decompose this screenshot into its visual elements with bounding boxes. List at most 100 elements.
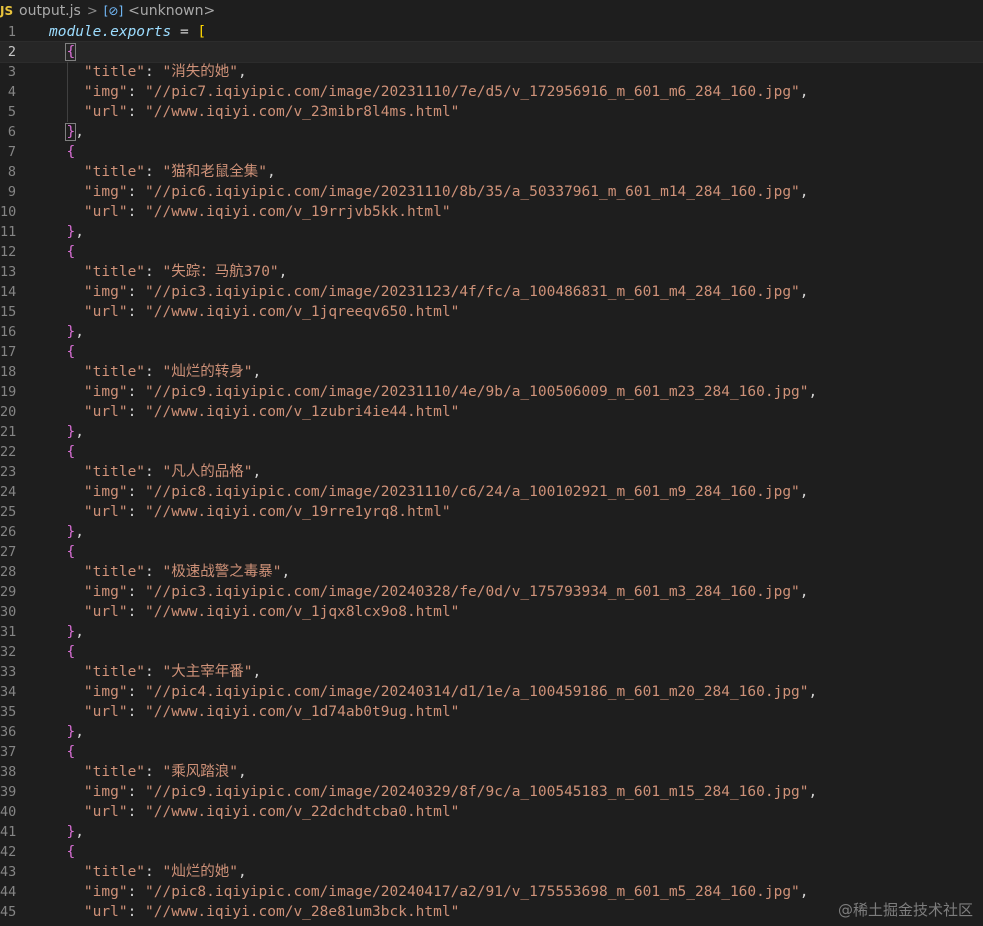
code-line[interactable]: 44 "img": "//pic8.iqiyipic.com/image/202…: [0, 882, 983, 902]
colon: :: [127, 604, 146, 620]
code-line[interactable]: 12 {: [0, 242, 983, 262]
code-line[interactable]: 25 "url": "//www.iqiyi.com/v_19rre1yrq8.…: [0, 502, 983, 522]
title-value: "消失的她": [162, 64, 238, 80]
img-value: "//pic7.iqiyipic.com/image/20231110/7e/d…: [145, 84, 800, 100]
code-line[interactable]: 34 "img": "//pic4.iqiyipic.com/image/202…: [0, 682, 983, 702]
object-close-brace: }: [66, 824, 76, 840]
line-number: 19: [0, 384, 17, 400]
code-line[interactable]: 37 {: [0, 742, 983, 762]
object-open-brace: {: [66, 144, 76, 160]
code-line[interactable]: 1 module.exports = [: [0, 22, 983, 42]
code-line[interactable]: 11 },: [0, 222, 983, 242]
code-line[interactable]: 10 "url": "//www.iqiyi.com/v_19rrjvb5kk.…: [0, 202, 983, 222]
code-line[interactable]: 26 },: [0, 522, 983, 542]
code-text: {: [49, 242, 75, 262]
assign-operator: =: [171, 24, 198, 40]
code-line[interactable]: 35 "url": "//www.iqiyi.com/v_1d74ab0t9ug…: [0, 702, 983, 722]
code-line[interactable]: 28 "title": "极速战警之毒暴",: [0, 562, 983, 582]
code-line[interactable]: 43 "title": "灿烂的她",: [0, 862, 983, 882]
code-line[interactable]: 21 },: [0, 422, 983, 442]
code-line[interactable]: 30 "url": "//www.iqiyi.com/v_1jqx8lcx9o8…: [0, 602, 983, 622]
code-line[interactable]: 14 "img": "//pic3.iqiyipic.com/image/202…: [0, 282, 983, 302]
comma: ,: [75, 724, 84, 740]
url-key: "url": [83, 904, 128, 920]
code-line[interactable]: 23 "title": "凡人的品格",: [0, 462, 983, 482]
code-line[interactable]: 29 "img": "//pic3.iqiyipic.com/image/202…: [0, 582, 983, 602]
code-line[interactable]: 9 "img": "//pic6.iqiyipic.com/image/2023…: [0, 182, 983, 202]
code-line[interactable]: 5 "url": "//www.iqiyi.com/v_23mibr8l4ms.…: [0, 102, 983, 122]
code-line[interactable]: 8 "title": "猫和老鼠全集",: [0, 162, 983, 182]
code-text: {: [49, 342, 75, 362]
object-close-brace: }: [66, 524, 76, 540]
code-line[interactable]: 20 "url": "//www.iqiyi.com/v_1zubri4ie44…: [0, 402, 983, 422]
code-text: {: [49, 742, 75, 762]
object-open-brace: {: [66, 544, 76, 560]
comma: ,: [799, 584, 809, 600]
title-key: "title": [83, 64, 146, 80]
code-line[interactable]: 39 "img": "//pic9.iqiyipic.com/image/202…: [0, 782, 983, 802]
comma: ,: [237, 764, 247, 780]
code-line[interactable]: 31 },: [0, 622, 983, 642]
code-text: },: [49, 422, 83, 442]
code-line[interactable]: 16 },: [0, 322, 983, 342]
code-line[interactable]: 3 "title": "消失的她",: [0, 62, 983, 82]
colon: :: [127, 284, 146, 300]
code-text: "img": "//pic7.iqiyipic.com/image/202311…: [49, 82, 809, 102]
url-value: "//www.iqiyi.com/v_1d74ab0t9ug.html": [145, 704, 460, 720]
breadcrumb-file[interactable]: output.js: [19, 3, 81, 19]
object-close-brace: }: [66, 724, 76, 740]
code-line[interactable]: 45 "url": "//www.iqiyi.com/v_28e81um3bck…: [0, 902, 983, 922]
line-number: 39: [0, 784, 17, 800]
code-text: "url": "//www.iqiyi.com/v_19rre1yrq8.htm…: [49, 502, 451, 522]
code-line[interactable]: 42 {: [0, 842, 983, 862]
code-line[interactable]: 6 },: [0, 122, 983, 142]
code-line[interactable]: 41 },: [0, 822, 983, 842]
title-value: "灿烂的她": [162, 864, 238, 880]
breadcrumb-symbol[interactable]: <unknown>: [128, 3, 215, 19]
code-line[interactable]: 36 },: [0, 722, 983, 742]
code-line[interactable]: 18 "title": "灿烂的转身",: [0, 362, 983, 382]
code-line[interactable]: 15 "url": "//www.iqiyi.com/v_1jqreeqv650…: [0, 302, 983, 322]
comma: ,: [75, 824, 84, 840]
code-line[interactable]: 22 {: [0, 442, 983, 462]
code-line[interactable]: 17 {: [0, 342, 983, 362]
title-key: "title": [83, 364, 146, 380]
code-line[interactable]: 24 "img": "//pic8.iqiyipic.com/image/202…: [0, 482, 983, 502]
code-text: },: [49, 122, 84, 142]
line-number: 23: [0, 464, 17, 480]
title-value: "失踪：马航370": [162, 264, 279, 280]
img-key: "img": [83, 884, 128, 900]
url-value: "//www.iqiyi.com/v_1jqx8lcx9o8.html": [145, 604, 460, 620]
code-line[interactable]: 19 "img": "//pic9.iqiyipic.com/image/202…: [0, 382, 983, 402]
colon: :: [145, 364, 163, 380]
array-open-bracket: [: [197, 24, 207, 40]
code-line[interactable]: 38 "title": "乘风踏浪",: [0, 762, 983, 782]
comma: ,: [808, 384, 818, 400]
line-number: 37: [0, 744, 17, 760]
colon: :: [145, 564, 163, 580]
code-text: "title": "极速战警之毒暴",: [49, 562, 290, 582]
colon: :: [127, 784, 146, 800]
title-value: "乘风踏浪": [162, 764, 238, 780]
code-line[interactable]: 32 {: [0, 642, 983, 662]
comma: ,: [75, 124, 84, 140]
code-line[interactable]: 40 "url": "//www.iqiyi.com/v_22dchdtcba0…: [0, 802, 983, 822]
code-line[interactable]: 2 {: [0, 41, 983, 63]
code-line[interactable]: 13 "title": "失踪：马航370",: [0, 262, 983, 282]
object-open-brace: {: [66, 844, 76, 860]
code-line[interactable]: 7 {: [0, 142, 983, 162]
code-line[interactable]: 27 {: [0, 542, 983, 562]
code-line[interactable]: 33 "title": "大主宰年番",: [0, 662, 983, 682]
title-key: "title": [83, 264, 146, 280]
code-text: },: [49, 222, 83, 242]
code-editor[interactable]: 1 module.exports = [2 {3 "title": "消失的她",…: [0, 22, 983, 926]
line-number: 16: [0, 324, 17, 340]
breadcrumb: JS output.js > [⊘] <unknown>: [0, 0, 983, 22]
line-number: 42: [0, 844, 17, 860]
object-open-brace: {: [66, 444, 76, 460]
comma: ,: [281, 564, 291, 580]
code-text: "title": "消失的她",: [49, 62, 247, 82]
code-line[interactable]: 4 "img": "//pic7.iqiyipic.com/image/2023…: [0, 82, 983, 102]
line-number: 2: [7, 44, 16, 60]
line-number: 33: [0, 664, 17, 680]
